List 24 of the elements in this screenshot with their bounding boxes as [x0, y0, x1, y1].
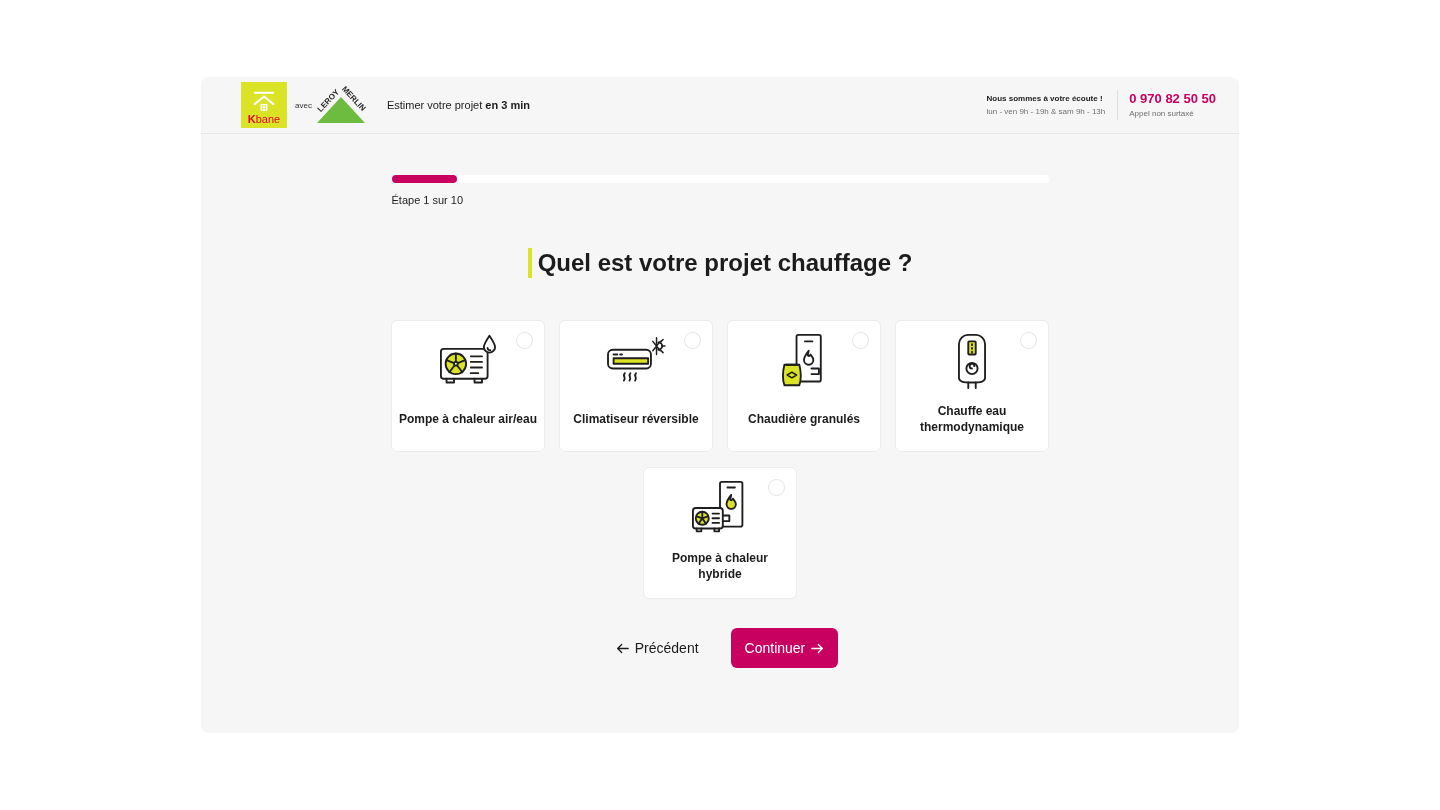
previous-button[interactable]: Précédent — [615, 640, 699, 656]
option-card[interactable]: Pompe à chaleur air/eau — [391, 320, 545, 452]
radio-button[interactable] — [684, 332, 701, 349]
phone-link[interactable]: 0 970 82 50 50 — [1129, 90, 1216, 106]
logo-text: Kbane — [247, 113, 281, 125]
radio-button[interactable] — [516, 332, 533, 349]
question-title: Quel est votre projet chauffage ? — [527, 248, 913, 278]
tagline: Estimer votre projet en 3 min — [386, 99, 530, 111]
radio-button[interactable] — [1020, 332, 1037, 349]
option-card[interactable]: Pompe à chaleur hybride — [643, 467, 797, 599]
phone-note: Appel non surtaxé — [1129, 107, 1195, 120]
radio-button[interactable] — [768, 479, 785, 496]
contact-title: Nous sommes à votre écoute ! — [986, 92, 1104, 104]
option-card[interactable]: Climatiseur réversible — [559, 320, 713, 452]
arrow-right-icon — [811, 641, 825, 655]
house-icon — [251, 91, 277, 111]
partner-prefix: avec — [295, 100, 312, 110]
arrow-left-icon — [615, 641, 629, 655]
option-card[interactable]: Chauffe eau thermodynamique — [895, 320, 1049, 452]
contact-hours: lun - ven 9h - 19h & sam 9h - 13h — [986, 105, 1106, 118]
radio-button[interactable] — [852, 332, 869, 349]
continue-button[interactable]: Continuer — [730, 628, 839, 668]
step-label: Étape 1 sur 10 — [391, 193, 465, 207]
option-card[interactable]: Chaudière granulés — [727, 320, 881, 452]
